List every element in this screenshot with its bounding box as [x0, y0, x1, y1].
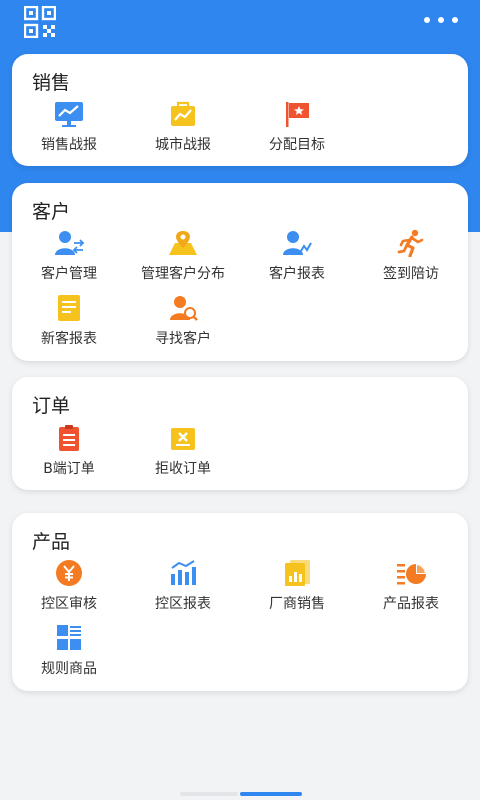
sales-report-icon: [55, 102, 83, 127]
b-order-item[interactable]: B端订单: [12, 424, 126, 486]
vendor-sales-item[interactable]: 厂商销售: [240, 559, 354, 621]
checkin-visit-label: 签到陪访: [383, 266, 439, 282]
order-section-title: 订单: [32, 395, 71, 417]
allocate-target-item[interactable]: 分配目标: [240, 100, 354, 162]
sales-section-title: 销售: [32, 72, 71, 94]
customer-manage-icon: [55, 231, 85, 255]
city-report-icon: [171, 101, 195, 126]
running-person-icon: [397, 229, 424, 257]
zone-report-item[interactable]: 控区报表: [126, 559, 240, 621]
checkin-visit-item[interactable]: 签到陪访: [354, 229, 468, 291]
city-report-label: 城市战报: [155, 137, 211, 153]
grid-goods-icon: [57, 625, 81, 650]
vendor-sales-icon: [285, 560, 310, 586]
customer-manage-item[interactable]: 客户管理: [12, 229, 126, 291]
city-report-item[interactable]: 城市战报: [126, 100, 240, 162]
rule-goods-item[interactable]: 规则商品: [12, 624, 126, 686]
dot: [424, 17, 430, 23]
vendor-sales-label: 厂商销售: [269, 596, 325, 612]
customer-report-icon: [283, 231, 312, 255]
order-card: 订单 B端订单 拒收订单: [12, 377, 468, 490]
new-customer-report-icon: [58, 295, 80, 321]
find-customer-item[interactable]: 寻找客户: [126, 294, 240, 356]
customer-section-title: 客户: [32, 201, 71, 223]
page-indicator-inactive: [180, 792, 238, 796]
find-customer-label: 寻找客户: [155, 331, 211, 347]
sales-report-label: 销售战报: [41, 137, 97, 153]
allocate-target-label: 分配目标: [269, 137, 325, 153]
dot: [452, 17, 458, 23]
zone-audit-item[interactable]: 控区审核: [12, 559, 126, 621]
flag-target-icon: [286, 102, 309, 127]
dot: [438, 17, 444, 23]
product-report-item[interactable]: 产品报表: [354, 559, 468, 621]
page-indicator-active: [240, 792, 302, 796]
clipboard-order-icon: [59, 425, 79, 451]
customer-report-label: 客户报表: [269, 266, 325, 282]
zone-report-label: 控区报表: [155, 596, 211, 612]
reject-order-item[interactable]: 拒收订单: [126, 424, 240, 486]
b-order-label: B端订单: [43, 461, 95, 477]
pie-report-icon: [397, 564, 426, 585]
zone-audit-label: 控区审核: [41, 596, 97, 612]
new-customer-report-item[interactable]: 新客报表: [12, 294, 126, 356]
rule-goods-label: 规则商品: [41, 661, 97, 677]
customer-manage-label: 客户管理: [41, 266, 97, 282]
sales-card: 销售 销售战报 城市战报 分配目标: [12, 54, 468, 166]
product-report-label: 产品报表: [383, 596, 439, 612]
new-customer-report-label: 新客报表: [41, 331, 97, 347]
top-bar: [0, 0, 480, 46]
customer-distribution-item[interactable]: 管理客户分布: [126, 229, 240, 291]
yen-audit-icon: [56, 560, 82, 586]
find-customer-icon: [170, 296, 198, 321]
map-location-icon: [169, 231, 197, 255]
reject-order-icon: [171, 428, 195, 450]
reject-order-label: 拒收订单: [155, 461, 211, 477]
customer-card: 客户 客户管理 管理客户分布 客户报表 签到陪访 新客报表 寻找客户: [12, 183, 468, 361]
customer-report-item[interactable]: 客户报表: [240, 229, 354, 291]
product-card: 产品 控区审核 控区报表 厂商销售 产品报表 规则商品: [12, 513, 468, 691]
qr-code-icon[interactable]: [24, 6, 56, 38]
customer-distribution-label: 管理客户分布: [141, 266, 225, 282]
more-dots-icon[interactable]: [424, 13, 458, 27]
sales-report-item[interactable]: 销售战报: [12, 100, 126, 162]
bar-chart-icon: [171, 560, 196, 585]
product-section-title: 产品: [32, 531, 71, 553]
